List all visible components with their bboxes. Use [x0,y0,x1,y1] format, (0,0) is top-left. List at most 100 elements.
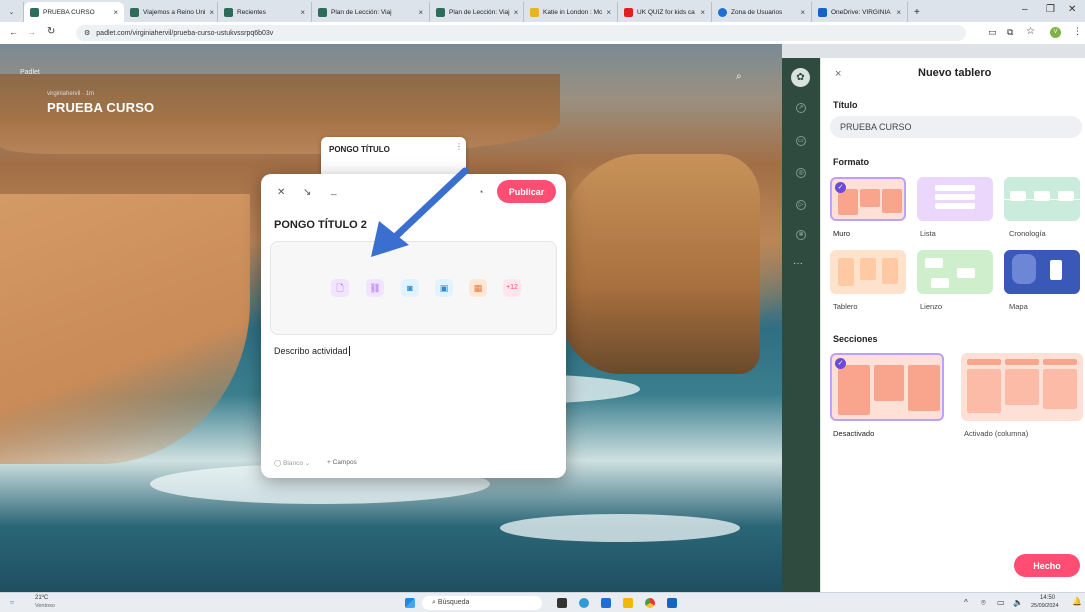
clock-date: 25/09/2024 [1031,603,1059,609]
add-fields-button[interactable]: + Campos [327,459,357,466]
store-icon[interactable] [601,598,611,608]
done-button[interactable]: Hecho [1014,554,1080,577]
format-option-wall[interactable]: ✓ [830,177,906,221]
close-tab-icon[interactable]: × [800,8,805,17]
browser-tab[interactable]: Recientes × [218,2,312,22]
format-option-canvas[interactable] [917,250,993,294]
volume-icon[interactable]: 🔈 [1013,598,1023,607]
padlet-logo[interactable]: Padlet [20,69,40,76]
padlet-menu-icon[interactable]: ✿ [791,68,810,87]
url-bar[interactable]: ⚙ padlet.com/virginiahervil/prueba-curso… [76,25,966,41]
outlook-icon[interactable] [667,598,677,608]
new-tab-button[interactable]: + [908,2,928,22]
windows-taskbar: ≈ 21ºC Ventoso ⌕ Búsqueda ^ ⌾ ▭ 🔈 14:50 … [0,592,1085,612]
back-arrow-icon[interactable]: ← [9,27,18,37]
youtube-favicon-icon [624,7,633,17]
close-tab-icon[interactable]: × [418,8,423,17]
browser-tab[interactable]: PRUEBA CURSO × [24,2,124,22]
browser-tab[interactable]: OneDrive: VIRGINIA × [812,2,908,22]
onedrive-favicon-icon [818,7,827,17]
board-author: virginiahervil · 1m [47,91,95,97]
close-tab-icon[interactable]: × [300,8,305,17]
camera-icon[interactable]: ◙ [401,279,419,297]
settings-gear-icon[interactable]: ✲ [796,230,806,240]
schedule-icon[interactable]: ◔ [478,187,483,197]
clock-time[interactable]: 14:50 [1040,595,1055,601]
reload-icon[interactable]: ↻ [47,26,55,37]
post-menu-icon[interactable]: ⋮ [455,142,463,151]
format-label-board: Tablero [833,302,858,311]
forward-arrow-icon[interactable]: → [27,27,36,37]
menu-kebab-icon[interactable]: ⋮ [1073,26,1082,37]
search-icon[interactable]: ⌕ [736,71,742,82]
close-tab-icon[interactable]: × [209,8,214,17]
sections-label: Secciones [833,334,878,344]
notification-bell-icon[interactable]: 🔔 [1072,597,1082,606]
network-icon[interactable]: ⌾ [981,598,986,608]
close-icon[interactable]: ✕ [277,187,285,198]
browser-tab[interactable]: Plan de Lección: Viaj × [312,2,430,22]
extensions-icon[interactable]: ⧉ [1007,27,1013,38]
panel-heading: Nuevo tablero [918,67,992,79]
chrome-icon[interactable] [645,598,655,608]
color-selector[interactable]: ◯ Blanco ⌄ [274,459,310,467]
comment-icon[interactable]: ▭ [796,136,806,146]
format-label-map: Mapa [1009,302,1028,311]
browser-tab[interactable]: Plan de Lección: Viaj × [430,2,524,22]
close-panel-icon[interactable]: × [835,68,841,80]
photo-icon[interactable]: ▣ [435,279,453,297]
windows-start-icon[interactable] [405,598,415,608]
close-tab-icon[interactable]: × [113,8,118,17]
more-attachments-button[interactable]: +12 [503,279,521,297]
more-options-icon[interactable]: ··· [793,258,803,269]
close-window-icon[interactable]: ✕ [1068,4,1076,15]
file-explorer-icon[interactable] [623,598,633,608]
close-tab-icon[interactable]: × [606,8,611,17]
upload-file-icon[interactable]: 🗋 [331,279,349,297]
padlet-favicon-icon [30,7,39,17]
format-option-map[interactable] [1004,250,1080,294]
image-search-icon[interactable]: ▦ [469,279,487,297]
bookmark-star-icon[interactable]: ☆ [1026,26,1035,37]
rock-stack-decoration [560,154,760,374]
task-view-icon[interactable] [557,598,567,608]
format-option-timeline[interactable] [1004,177,1080,221]
post-title-input[interactable]: PONGO TÍTULO 2 [274,219,367,231]
format-option-board[interactable] [830,250,906,294]
restore-icon[interactable]: ❐ [1046,4,1055,15]
format-option-list[interactable] [917,177,993,221]
notification-icon[interactable]: ◎ [796,168,806,178]
title-label: Título [833,100,858,110]
minimize-arrow-icon[interactable]: ↘ [303,187,311,198]
close-tab-icon[interactable]: × [514,8,519,17]
browser-tab[interactable]: Zona de Usuarios × [712,2,812,22]
browser-tab[interactable]: Viajemos a Reino Uni × [124,2,218,22]
bookmarks-panel-icon[interactable]: ▭ [988,27,997,38]
share-icon[interactable]: ↗ [796,103,806,113]
title-input[interactable]: PRUEBA CURSO [830,116,1082,138]
weather-temp[interactable]: 21ºC [35,595,48,601]
taskbar-search[interactable]: ⌕ Búsqueda [422,596,542,610]
sections-option-off[interactable]: ✓ [830,353,944,421]
site-settings-icon[interactable]: ⚙ [84,29,90,37]
tray-chevron-icon[interactable]: ^ [964,598,968,607]
close-tab-icon[interactable]: × [700,8,705,17]
collapse-icon[interactable]: _ [331,185,337,196]
tab-search-button[interactable]: ⌄ [0,2,24,22]
sections-option-columns[interactable] [961,353,1083,421]
board-toolbar: ✿ ↗ ▭ ◎ ▷ ✲ ··· [782,58,820,592]
publish-button[interactable]: Publicar [497,180,556,203]
close-tab-icon[interactable]: × [896,8,901,17]
browser-tab[interactable]: Katie in London : Mc × [524,2,618,22]
padlet-favicon-icon [436,7,445,17]
chevron-down-icon: ⌄ [8,9,15,16]
link-icon[interactable]: ⛓ [366,279,384,297]
annotation-arrow-icon [371,167,469,257]
display-icon[interactable]: ▭ [997,598,1005,607]
minimize-icon[interactable]: – [1022,4,1028,15]
browser-tab[interactable]: UK QUIZ for kids ca × [618,2,712,22]
post-body-input[interactable]: Describo actividad [274,346,350,356]
teams-icon[interactable] [579,598,589,608]
profile-avatar[interactable]: V [1050,27,1061,38]
slideshow-icon[interactable]: ▷ [796,200,806,210]
